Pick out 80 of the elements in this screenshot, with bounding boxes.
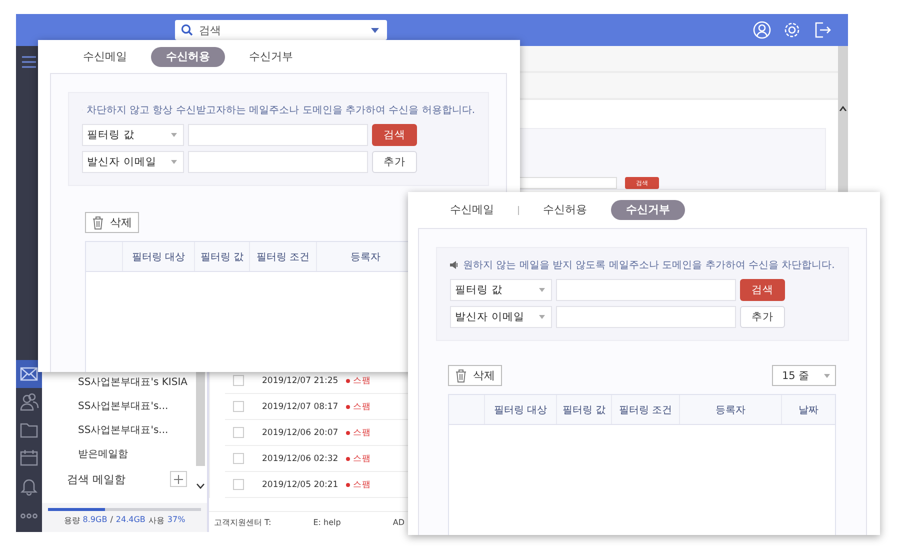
- folder-item[interactable]: SS사업본부대표's...: [42, 419, 207, 443]
- dot-icon: [346, 456, 350, 460]
- checkbox[interactable]: [233, 479, 244, 490]
- column-header: 필터링 값: [195, 242, 250, 271]
- mail-date: 2019/12/07 21:25: [262, 376, 340, 386]
- folder-item[interactable]: 받은메일함: [42, 443, 207, 467]
- checkbox[interactable]: [233, 375, 244, 386]
- checkbox[interactable]: [233, 453, 244, 464]
- footer-text: AD: [392, 518, 404, 526]
- input-field[interactable]: [188, 151, 368, 173]
- page-size-dropdown[interactable]: 15 줄: [772, 365, 836, 386]
- dot-icon: [346, 430, 350, 434]
- add-button[interactable]: 추가: [740, 306, 785, 328]
- dropdown[interactable]: 발신자 이메일: [450, 306, 552, 328]
- footer-text: E: help: [313, 518, 341, 526]
- mail-date: 2019/12/06 20:07: [262, 428, 340, 438]
- dropdown[interactable]: 발신자 이메일: [82, 151, 184, 173]
- trash-icon: [92, 216, 104, 230]
- settings-icon[interactable]: [783, 21, 801, 39]
- caret-icon: [171, 160, 177, 164]
- caret-icon: [539, 288, 545, 292]
- notice-text: 원하지 않는 메일을 받지 않도록 메일주소나 도메인을 추가하여 수신을 차단합니다.: [463, 259, 835, 272]
- column-header: 필터링 조건: [612, 395, 680, 424]
- tab[interactable]: 수신메일: [68, 46, 142, 66]
- column-header: 필터링 대상: [123, 242, 195, 271]
- caret-icon: [539, 315, 545, 319]
- spam-label: 스팸: [353, 400, 371, 412]
- column-header: 필터링 값: [557, 395, 612, 424]
- plus-icon: [174, 474, 183, 484]
- column-header: 필터링 조건: [250, 242, 317, 271]
- input-field[interactable]: [556, 306, 736, 328]
- input-field[interactable]: [188, 124, 368, 146]
- tab[interactable]: 수신허용: [151, 46, 225, 66]
- mail-date: 2019/12/07 08:17: [262, 402, 340, 412]
- caret-icon: [171, 133, 177, 137]
- spam-label: 스팸: [353, 452, 371, 464]
- storage-usage-text: 용량 8.9GB / 24.4GB 사용 37%: [62, 515, 186, 526]
- add-button[interactable]: [170, 471, 187, 487]
- dropdown[interactable]: 필터링 값: [82, 124, 184, 146]
- spam-label: 스팸: [353, 426, 371, 438]
- caret-icon: [824, 374, 830, 378]
- search-field[interactable]: 검색: [175, 20, 387, 40]
- trash-icon: [455, 368, 467, 382]
- checkbox[interactable]: [233, 401, 244, 412]
- search-button[interactable]: 검색: [740, 279, 785, 301]
- dropdown[interactable]: 필터링 값: [450, 279, 552, 301]
- menu-icon[interactable]: [22, 56, 36, 68]
- tab[interactable]: 수신허용: [528, 200, 602, 220]
- delete-button[interactable]: 삭제: [85, 212, 139, 233]
- tab[interactable]: 수신메일: [435, 200, 509, 220]
- calendar-icon: [19, 448, 39, 468]
- dot-icon: [346, 482, 350, 486]
- mail-date: 2019/12/06 02:32: [262, 454, 340, 464]
- dot-icon: [346, 378, 350, 382]
- more-icon: [20, 513, 38, 519]
- column-header: 날짜: [798, 404, 820, 418]
- footer-text: 고객지원센터 T:: [214, 516, 272, 528]
- column-header: 등록자: [680, 395, 782, 424]
- chevron-down-icon[interactable]: [196, 483, 205, 489]
- input-field[interactable]: [556, 279, 736, 301]
- caret-icon: [371, 28, 379, 33]
- notice-text: 차단하지 않고 항상 수신받고자하는 메일주소나 도메인을 추가하여 수신을 허용합니다.: [86, 104, 475, 117]
- dot-icon: [346, 404, 350, 408]
- spam-label: 스팸: [353, 478, 371, 490]
- section-label[interactable]: 검색 메일함: [67, 472, 126, 486]
- mail-date: 2019/12/05 20:21: [262, 480, 340, 490]
- tab[interactable]: 수신거부: [234, 46, 308, 66]
- add-button[interactable]: 추가: [372, 151, 417, 173]
- folder-item[interactable]: SS사업본부대표's KISIA: [42, 371, 207, 395]
- spam-label: 스팸: [353, 374, 371, 386]
- people-icon: [19, 392, 39, 412]
- delete-button[interactable]: 삭제: [448, 365, 502, 386]
- search-button[interactable]: 검색: [372, 124, 417, 146]
- user-icon[interactable]: [753, 21, 771, 39]
- folder-item[interactable]: SS사업본부대표's...: [42, 395, 207, 419]
- logout-icon[interactable]: [813, 21, 831, 39]
- scroll-up-icon[interactable]: [839, 106, 847, 111]
- column-header: 필터링 대상: [485, 395, 557, 424]
- tab[interactable]: 수신거부: [611, 200, 685, 220]
- checkbox[interactable]: [233, 427, 244, 438]
